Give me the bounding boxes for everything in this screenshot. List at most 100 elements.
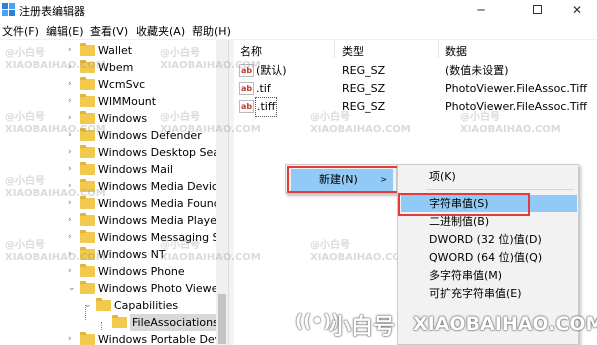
submenu-item-key[interactable]: 项(K) [401,168,577,185]
tree-item[interactable]: › Windows Portable Devi [0,331,224,345]
string-value-icon: ab [239,100,254,113]
column-header-name[interactable]: 名称 [240,43,262,59]
folder-icon [80,162,95,175]
tree-item[interactable]: › Windows Defender [0,127,216,144]
menu-file[interactable]: 文件(F) [2,23,39,39]
folder-icon [80,281,95,294]
tree-item[interactable]: › WcmSvc [0,76,216,93]
minimize-button[interactable]: ─ [458,0,504,20]
column-header-data[interactable]: 数据 [445,43,467,59]
column-divider[interactable] [438,40,439,58]
tree-item-label: WIMMount [98,95,157,108]
value-data: PhotoViewer.FileAssoc.Tiff [445,82,587,95]
chevron-right-icon[interactable]: › [68,263,76,280]
tree-item-label: Windows Messaging Su [98,231,227,244]
tree-item-label: WcmSvc [98,78,146,91]
column-header-type[interactable]: 类型 [342,43,364,59]
brand-name-en: XIAOBAIHAO.COM [413,313,597,335]
minimize-icon: ─ [477,3,485,17]
chevron-right-icon[interactable]: › [68,76,76,93]
tree-item[interactable]: › Windows Mail [0,161,216,178]
tree-item[interactable]: › WIMMount [0,93,216,110]
menu-edit[interactable]: 编辑(E) [46,23,84,39]
tree-item[interactable]: ⌄ Capabilities [0,297,216,314]
tree-item[interactable]: › Windows Media Device [0,178,225,195]
menu-help[interactable]: 帮助(H) [192,23,231,39]
folder-icon [80,247,95,260]
tree-item-label: Windows [98,112,148,125]
value-row[interactable]: ab .tif REG_SZ PhotoViewer.FileAssoc.Tif… [234,80,597,98]
folder-icon [96,298,111,311]
tree-item-label: Windows Desktop Sear [98,146,225,159]
tree-item[interactable]: › Windows NT [0,246,216,263]
tree-item[interactable]: › Wbem [0,59,216,76]
folder-icon [80,128,95,141]
folder-icon [112,315,127,328]
chevron-right-icon[interactable]: › [68,42,76,59]
chevron-right-icon[interactable]: › [68,246,76,263]
tree-item[interactable]: › Windows Media Player [0,212,221,229]
regedit-app-icon [2,3,15,16]
folder-icon [80,60,95,73]
menu-view[interactable]: 查看(V) [90,23,128,39]
window-title: 注册表编辑器 [19,5,85,18]
tree-item-label: Capabilities [114,299,179,312]
tree-item-label: Windows Mail [98,163,173,176]
folder-icon [80,230,95,243]
value-row[interactable]: ab (默认) REG_SZ (数值未设置) [234,62,597,80]
submenu-item-qword-value[interactable]: QWORD (64 位)值(Q) [401,249,577,266]
menu-favorites[interactable]: 收藏夹(A) [136,23,185,39]
tree-item-label: Windows Media Player [98,214,222,227]
chevron-right-icon[interactable]: › [68,93,76,110]
chevron-right-icon[interactable]: › [68,195,76,212]
tree-scrollbar-thumb[interactable] [218,294,226,344]
chevron-right-icon[interactable]: › [68,212,76,229]
close-icon: ✕ [571,3,583,17]
submenu-item-expandable-string-value[interactable]: 可扩充字符串值(E) [401,285,577,302]
tree-item[interactable]: › Windows Media Founda [0,195,227,212]
chevron-right-icon[interactable]: › [68,59,76,76]
tree-item[interactable]: › Windows Desktop Sear [0,144,224,161]
chevron-down-icon[interactable]: ⌄ [84,297,92,314]
brand-name-cn: 小白号 [329,315,396,340]
value-row[interactable]: ab .tiff REG_SZ PhotoViewer.FileAssoc.Ti… [234,97,597,117]
folder-icon [80,94,95,107]
tree-item[interactable]: › Wallet [0,42,216,59]
tree-item-label: Wallet [98,44,133,57]
highlight-box-new [287,166,399,193]
chevron-right-icon[interactable]: › [68,331,76,345]
value-name: .tiff [254,97,278,117]
value-data: (数值未设置) [445,64,509,77]
tree-item[interactable]: › Windows Messaging Su [0,229,227,246]
value-type: REG_SZ [342,64,386,77]
folder-icon [80,213,95,226]
tree-item[interactable]: ⌄ Windows Photo Viewer [0,280,223,297]
tree-item-label: Wbem [98,61,134,74]
folder-icon [80,43,95,56]
close-button[interactable]: ✕ [557,0,597,20]
registry-tree[interactable]: › Wallet › Wbem › WcmSvc › WIMMount › Windows › Win… [0,40,228,345]
string-value-icon: ab [239,82,254,95]
folder-icon [80,77,95,90]
chevron-right-icon[interactable]: › [68,161,76,178]
maximize-icon [532,5,542,14]
tree-item[interactable]: FileAssociations [0,314,221,331]
tree-item-label: Windows Phone [98,265,185,278]
tree-item[interactable]: › Windows Phone [0,263,216,280]
chevron-down-icon[interactable]: ⌄ [68,280,76,297]
chevron-right-icon[interactable]: › [68,178,76,195]
column-divider[interactable] [334,40,335,58]
tree-scrollbar[interactable] [216,40,228,345]
highlight-box-string-value [398,193,530,216]
chevron-right-icon[interactable]: › [68,229,76,246]
chevron-right-icon[interactable]: › [68,110,76,127]
value-type: REG_SZ [342,82,386,95]
tree-item[interactable]: › Windows [0,110,216,127]
submenu-item-multi-string-value[interactable]: 多字符串值(M) [401,267,577,284]
submenu-item-dword-value[interactable]: DWORD (32 位)值(D) [401,231,577,248]
chevron-right-icon[interactable]: › [68,127,76,144]
tree-item-label: Windows Media Device [98,180,225,193]
value-data: PhotoViewer.FileAssoc.Tiff [445,100,587,113]
maximize-button[interactable] [514,0,560,20]
chevron-right-icon[interactable]: › [68,144,76,161]
